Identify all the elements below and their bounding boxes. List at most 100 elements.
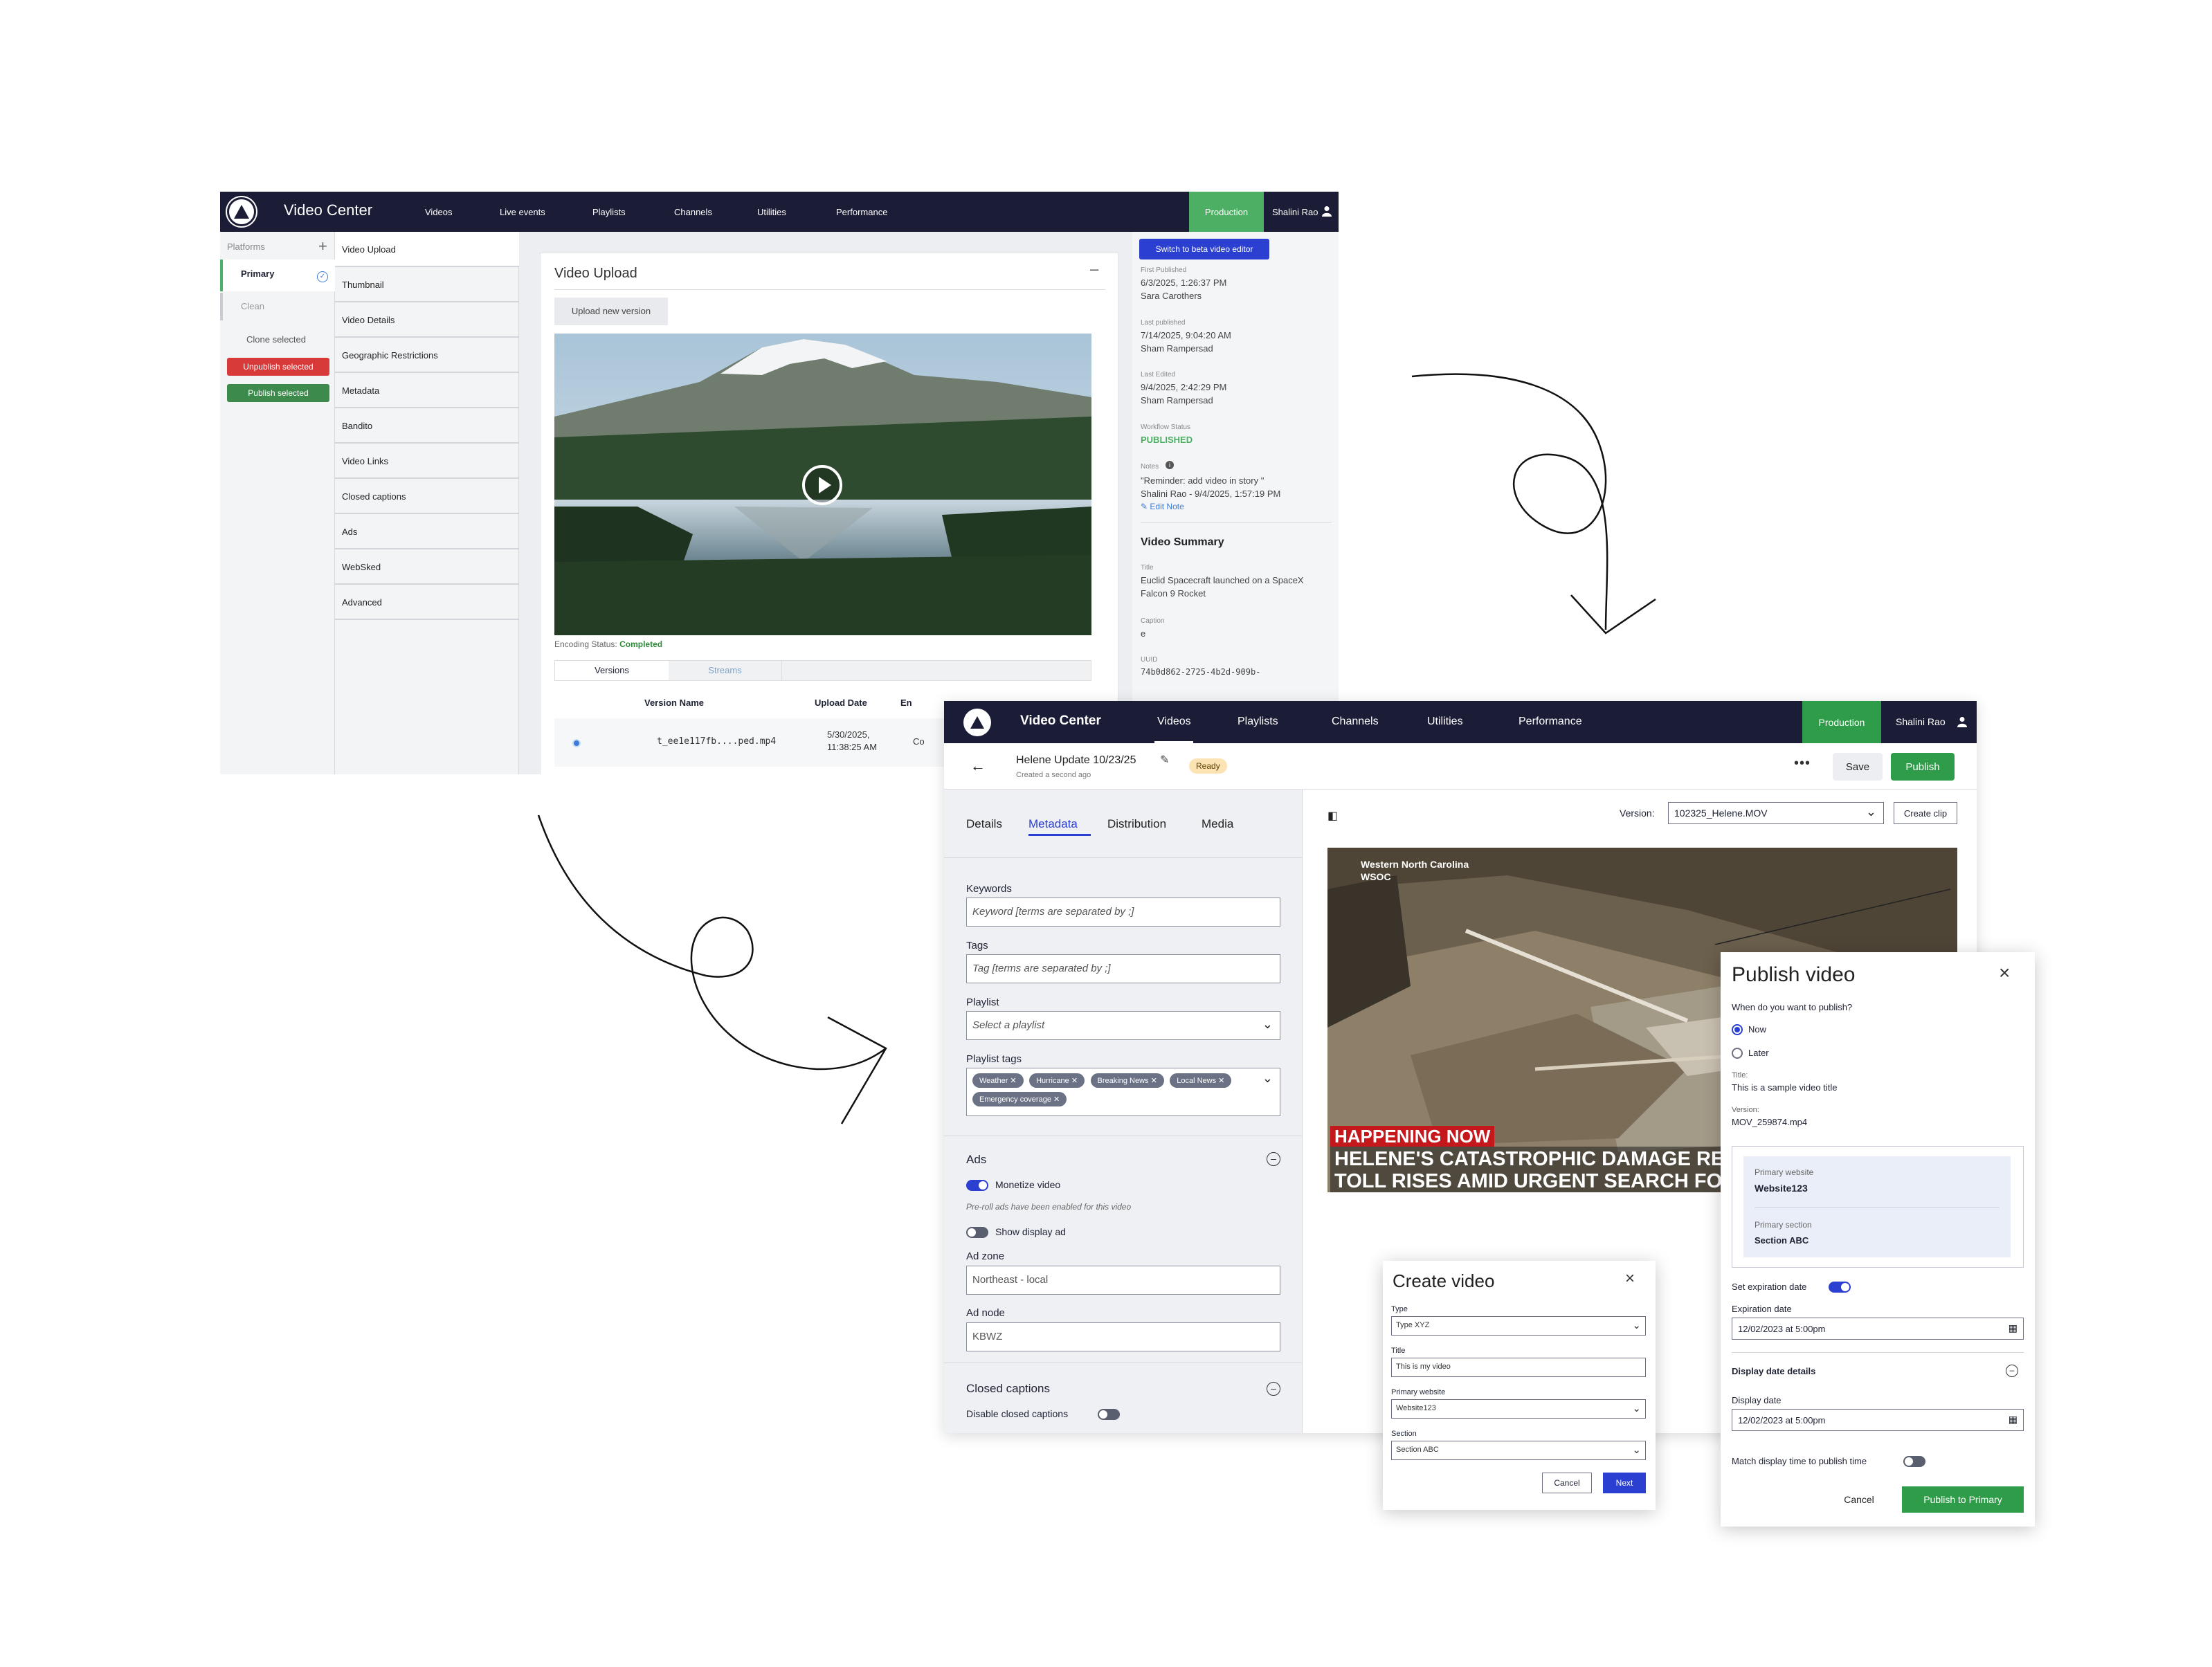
title-input[interactable]: This is my video [1391, 1358, 1646, 1377]
radio-later-label: Later [1748, 1048, 1769, 1058]
cancel-button[interactable]: Cancel [1542, 1473, 1592, 1493]
monetize-toggle[interactable] [966, 1180, 988, 1191]
more-options-icon[interactable]: ••• [1794, 756, 1811, 772]
arc-logo-icon[interactable] [963, 709, 991, 736]
radio-later[interactable] [1732, 1048, 1743, 1059]
video-title: Helene Update 10/23/25 [1016, 754, 1136, 766]
section-value: Section ABC [1755, 1235, 1809, 1246]
version-label: Version: [1620, 808, 1655, 819]
playlist-tags-label: Playlist tags [966, 1053, 1022, 1065]
chevron-down-icon[interactable]: ⌄ [1262, 1071, 1273, 1086]
environment-badge[interactable]: Production [1802, 701, 1881, 743]
display-date-input[interactable]: 12/02/2023 at 5:00pm ▦ [1732, 1409, 2024, 1431]
headline-line2: TOLL RISES AMID URGENT SEARCH FOR [1334, 1170, 1737, 1192]
create-video-dialog: Create video × Type Type XYZ ⌄ Title This… [1383, 1261, 1656, 1510]
collapse-icon[interactable]: – [2006, 1365, 2018, 1377]
ad-zone-label: Ad zone [966, 1250, 1005, 1262]
chevron-down-icon[interactable]: ⌄ [1632, 1402, 1641, 1414]
type-value: Type XYZ [1396, 1321, 1430, 1329]
chevron-down-icon[interactable]: ⌄ [1262, 1017, 1273, 1032]
nav-utilities[interactable]: Utilities [1427, 716, 1463, 728]
video-header: ← Helene Update 10/23/25 ✎ Created a sec… [944, 743, 1977, 790]
divider [944, 857, 1303, 858]
expiration-toggle[interactable] [1829, 1282, 1851, 1293]
type-select[interactable]: Type XYZ ⌄ [1391, 1316, 1646, 1336]
version-label: Version: [1732, 1106, 1759, 1114]
display-details-title: Display date details [1732, 1366, 1816, 1376]
playlist-select[interactable]: Select a playlist ⌄ [966, 1011, 1280, 1040]
sidebar-toggle-icon[interactable]: ◧ [1327, 809, 1338, 823]
tab-metadata[interactable]: Metadata [1028, 817, 1078, 831]
type-label: Type [1391, 1305, 1408, 1313]
disable-cc-label: Disable closed captions [966, 1408, 1069, 1419]
tab-media[interactable]: Media [1202, 817, 1233, 831]
chevron-down-icon[interactable]: ⌄ [1866, 805, 1876, 819]
website-select[interactable]: Website123 ⌄ [1391, 1399, 1646, 1419]
display-ad-toggle[interactable] [966, 1227, 988, 1238]
title-value: This is a sample video title [1732, 1082, 1838, 1093]
match-time-label: Match display time to publish time [1732, 1456, 1867, 1466]
expiration-label: Expiration date [1732, 1304, 1792, 1314]
expiration-value: 12/02/2023 at 5:00pm [1738, 1324, 1826, 1334]
created-time: Created a second ago [1016, 771, 1091, 779]
disable-cc-toggle[interactable] [1098, 1409, 1120, 1420]
expiration-input[interactable]: 12/02/2023 at 5:00pm ▦ [1732, 1318, 2024, 1340]
user-name[interactable]: Shalini Rao [1896, 716, 1946, 727]
tag-chip: Local News ✕ [1170, 1073, 1232, 1088]
calendar-icon[interactable]: ▦ [2009, 1414, 2018, 1425]
metadata-panel: Details Metadata Distribution Media Keyw… [944, 790, 1303, 1433]
edit-title-icon[interactable]: ✎ [1160, 753, 1169, 767]
tags-label: Tags [966, 940, 988, 951]
section-label: Section [1391, 1430, 1417, 1438]
collapse-ads-icon[interactable]: – [1267, 1152, 1280, 1166]
chevron-down-icon[interactable]: ⌄ [1632, 1443, 1641, 1456]
create-clip-button[interactable]: Create clip [1894, 802, 1957, 824]
collapse-cc-icon[interactable]: – [1267, 1382, 1280, 1396]
back-arrow-icon[interactable]: ← [970, 757, 986, 775]
next-button[interactable]: Next [1603, 1473, 1646, 1493]
keywords-label: Keywords [966, 883, 1012, 895]
radio-now[interactable] [1732, 1024, 1743, 1035]
keywords-input[interactable]: Keyword [terms are separated by ;] [966, 898, 1280, 927]
tag-chip: Breaking News ✕ [1090, 1073, 1164, 1088]
playlist-placeholder: Select a playlist [972, 1019, 1045, 1031]
nav-videos[interactable]: Videos [1157, 716, 1191, 728]
destination-card: Primary website Website123 Primary secti… [1743, 1156, 2011, 1257]
match-time-toggle[interactable] [1903, 1456, 1925, 1467]
dialog-title: Create video [1393, 1270, 1495, 1291]
playlist-tags-input[interactable]: Weather ✕ Hurricane ✕ Breaking News ✕ Lo… [966, 1068, 1280, 1116]
destination-box: Primary website Website123 Primary secti… [1732, 1146, 2024, 1268]
section-value: Section ABC [1396, 1446, 1439, 1454]
tab-distribution[interactable]: Distribution [1107, 817, 1166, 831]
tag-chip: Hurricane ✕ [1029, 1073, 1085, 1088]
cancel-button[interactable]: Cancel [1831, 1486, 1887, 1513]
arrow-head-right [1570, 594, 1656, 635]
chevron-down-icon[interactable]: ⌄ [1632, 1319, 1641, 1331]
nav-playlists[interactable]: Playlists [1238, 716, 1278, 728]
tags-input[interactable]: Tag [terms are separated by ;] [966, 954, 1280, 983]
tab-details[interactable]: Details [966, 817, 1002, 831]
dialog-title: Publish video [1732, 963, 1856, 986]
calendar-icon[interactable]: ▦ [2009, 1322, 2018, 1334]
arrow-curve-right [1411, 373, 1608, 630]
save-button[interactable]: Save [1833, 753, 1883, 781]
nav-performance[interactable]: Performance [1519, 716, 1582, 728]
close-icon[interactable]: × [1999, 962, 2010, 984]
ad-node-input[interactable]: KBWZ [966, 1322, 1280, 1351]
radio-now-label: Now [1748, 1024, 1767, 1035]
arrow-curve-left [537, 814, 887, 1071]
title-label: Title [1391, 1347, 1406, 1355]
app-title: Video Center [1020, 713, 1101, 728]
publish-button[interactable]: Publish [1891, 753, 1955, 781]
canvas: { "old_window": { "brand": "Video Center… [0, 0, 2212, 1667]
nav-channels[interactable]: Channels [1332, 716, 1379, 728]
breaking-banner: HAPPENING NOW [1330, 1126, 1495, 1147]
section-select[interactable]: Section ABC ⌄ [1391, 1441, 1646, 1460]
publish-to-primary-button[interactable]: Publish to Primary [1902, 1486, 2024, 1513]
version-select[interactable]: 102325_Helene.MOV ⌄ [1668, 802, 1884, 824]
ad-zone-input[interactable]: Northeast - local [966, 1266, 1280, 1295]
display-date-value: 12/02/2023 at 5:00pm [1738, 1415, 1826, 1425]
close-icon[interactable]: × [1625, 1269, 1635, 1288]
monetize-label: Monetize video [995, 1179, 1061, 1190]
user-icon[interactable] [1957, 716, 1967, 731]
